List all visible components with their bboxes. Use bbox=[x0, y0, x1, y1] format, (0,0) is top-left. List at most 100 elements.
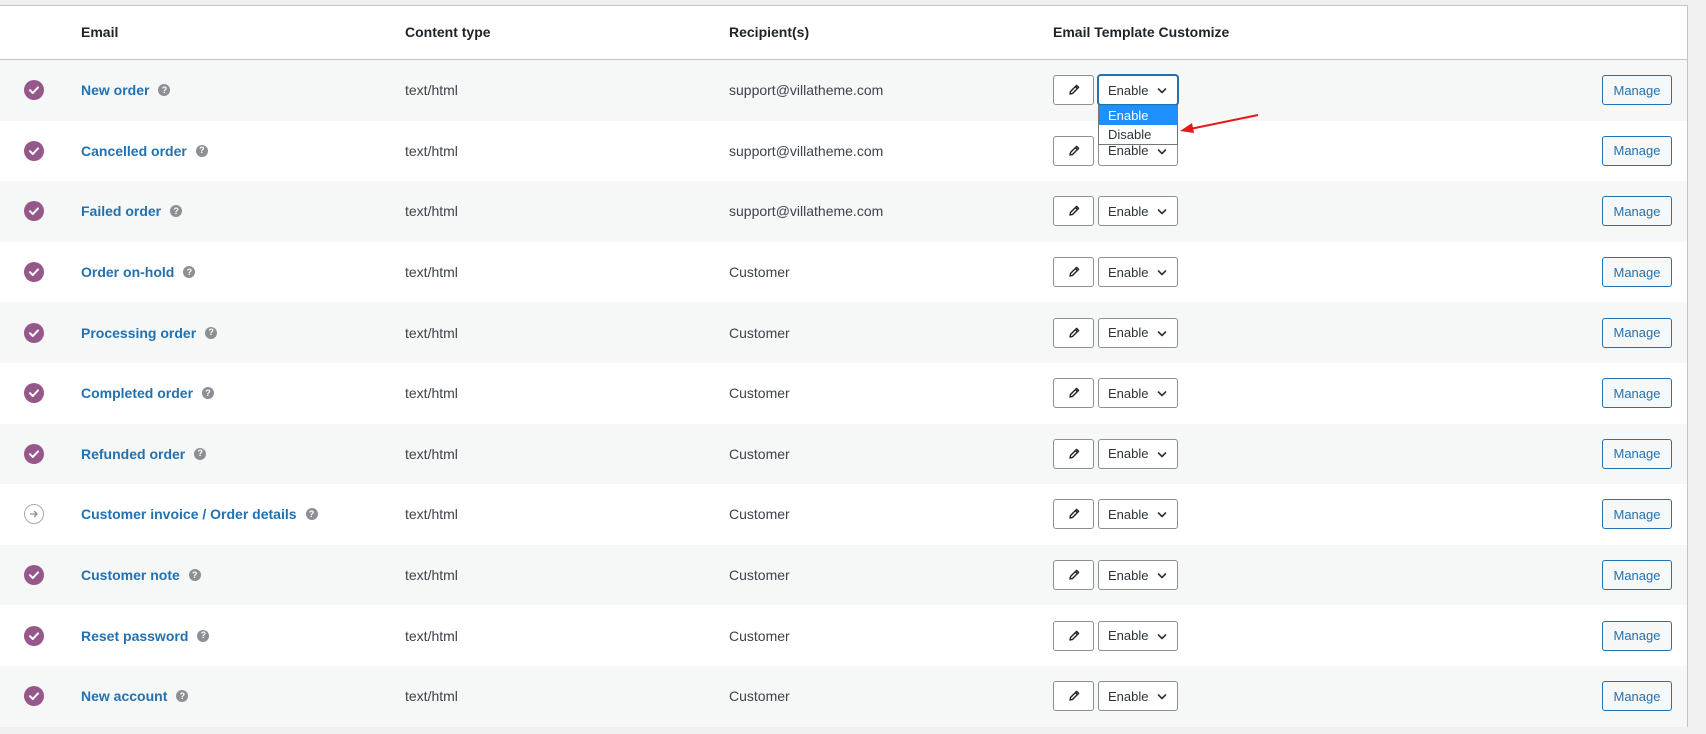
content-type-cell: text/html bbox=[405, 445, 458, 462]
help-icon[interactable]: ? bbox=[183, 266, 196, 279]
help-icon[interactable]: ? bbox=[170, 205, 183, 218]
manage-button[interactable]: Manage bbox=[1602, 499, 1672, 530]
status-dropdown-list[interactable]: Enable Disable bbox=[1098, 105, 1178, 145]
dropdown-option-disable[interactable]: Disable bbox=[1099, 125, 1177, 144]
email-name-link[interactable]: New account bbox=[81, 688, 167, 704]
status-select-value: Enable bbox=[1108, 385, 1149, 401]
manage-button[interactable]: Manage bbox=[1602, 196, 1672, 227]
chevron-down-icon bbox=[1157, 573, 1167, 579]
manage-button[interactable]: Manage bbox=[1602, 135, 1672, 166]
column-header-email: Email bbox=[81, 24, 119, 40]
check-circle-icon bbox=[24, 625, 44, 646]
status-select[interactable]: Enable bbox=[1098, 378, 1178, 409]
help-icon[interactable]: ? bbox=[202, 387, 215, 400]
check-circle-icon bbox=[24, 80, 44, 101]
table-row: Completed order ? text/html Customer Ena… bbox=[0, 363, 1687, 424]
chevron-down-icon bbox=[1157, 633, 1167, 639]
email-name-link[interactable]: Customer invoice / Order details bbox=[81, 506, 297, 522]
check-circle-icon bbox=[24, 443, 44, 464]
edit-template-button[interactable] bbox=[1053, 257, 1094, 288]
chevron-down-icon bbox=[1157, 270, 1167, 276]
status-select[interactable]: Enable bbox=[1098, 560, 1178, 591]
email-name-link[interactable]: Refunded order bbox=[81, 446, 185, 462]
help-icon[interactable]: ? bbox=[158, 84, 171, 97]
status-select[interactable]: Enable bbox=[1098, 257, 1178, 288]
check-circle-icon bbox=[24, 383, 44, 404]
edit-template-button[interactable] bbox=[1053, 620, 1094, 651]
email-name-link[interactable]: Reset password bbox=[81, 628, 188, 644]
table-row: Processing order ? text/html Customer En… bbox=[0, 302, 1687, 363]
email-name-link[interactable]: New order bbox=[81, 82, 149, 98]
manage-button[interactable]: Manage bbox=[1602, 75, 1672, 106]
status-select-value: Enable bbox=[1108, 628, 1149, 644]
status-select[interactable]: Enable bbox=[1098, 196, 1178, 227]
table-row: Customer invoice / Order details ? text/… bbox=[0, 484, 1687, 545]
content-type-cell: text/html bbox=[405, 324, 458, 341]
chevron-down-icon bbox=[1157, 512, 1167, 518]
edit-template-button[interactable] bbox=[1053, 681, 1094, 712]
help-icon[interactable]: ? bbox=[205, 326, 218, 339]
pencil-icon bbox=[1068, 84, 1079, 95]
table-row: Reset password ? text/html Customer Enab… bbox=[0, 605, 1687, 666]
chevron-down-icon bbox=[1157, 452, 1167, 458]
manage-button[interactable]: Manage bbox=[1602, 620, 1672, 651]
table-row: Cancelled order ? text/html support@vill… bbox=[0, 120, 1687, 182]
recipient-cell: support@villatheme.com bbox=[729, 203, 884, 220]
help-icon[interactable]: ? bbox=[197, 629, 210, 642]
email-name-link[interactable]: Completed order bbox=[81, 385, 193, 401]
status-select[interactable]: Enable bbox=[1098, 499, 1178, 530]
email-name-link[interactable]: Cancelled order bbox=[81, 143, 187, 159]
edit-template-button[interactable] bbox=[1053, 560, 1094, 591]
status-select-value: Enable bbox=[1108, 143, 1149, 159]
help-icon[interactable]: ? bbox=[188, 569, 201, 582]
status-select-value: Enable bbox=[1108, 567, 1149, 583]
recipient-cell: Customer bbox=[729, 324, 790, 341]
email-name-link[interactable]: Customer note bbox=[81, 567, 180, 583]
manage-button[interactable]: Manage bbox=[1602, 378, 1672, 409]
edit-template-button[interactable] bbox=[1053, 75, 1094, 106]
table-row: Refunded order ? text/html Customer Enab… bbox=[0, 423, 1687, 485]
help-icon[interactable]: ? bbox=[176, 690, 189, 703]
help-icon[interactable]: ? bbox=[195, 144, 208, 157]
email-cell: Cancelled order ? bbox=[81, 143, 208, 159]
help-icon[interactable]: ? bbox=[194, 447, 207, 460]
manage-button[interactable]: Manage bbox=[1602, 681, 1672, 712]
status-select[interactable]: Enable bbox=[1098, 620, 1178, 651]
manage-button[interactable]: Manage bbox=[1602, 438, 1672, 469]
manage-button[interactable]: Manage bbox=[1602, 317, 1672, 348]
email-name-link[interactable]: Failed order bbox=[81, 203, 161, 219]
email-cell: New account ? bbox=[81, 688, 189, 704]
manage-button[interactable]: Manage bbox=[1602, 257, 1672, 288]
email-settings-table: Email Content type Recipient(s) Email Te… bbox=[0, 5, 1688, 727]
edit-template-button[interactable] bbox=[1053, 438, 1094, 469]
content-type-cell: text/html bbox=[405, 627, 458, 644]
chevron-down-icon bbox=[1157, 88, 1167, 94]
help-icon[interactable]: ? bbox=[305, 508, 318, 521]
status-select[interactable]: Enable bbox=[1098, 317, 1178, 348]
manage-button[interactable]: Manage bbox=[1602, 560, 1672, 591]
check-circle-icon bbox=[24, 565, 44, 586]
email-cell: Refunded order ? bbox=[81, 446, 207, 462]
recipient-cell: support@villatheme.com bbox=[729, 82, 884, 99]
edit-template-button[interactable] bbox=[1053, 317, 1094, 348]
dropdown-option-enable[interactable]: Enable bbox=[1099, 106, 1177, 125]
edit-template-button[interactable] bbox=[1053, 135, 1094, 166]
pencil-icon bbox=[1068, 327, 1079, 338]
recipient-cell: Customer bbox=[729, 627, 790, 644]
status-select[interactable]: Enable bbox=[1098, 438, 1178, 469]
check-circle-icon bbox=[24, 262, 44, 283]
chevron-down-icon bbox=[1157, 694, 1167, 700]
edit-template-button[interactable] bbox=[1053, 378, 1094, 409]
content-type-cell: text/html bbox=[405, 264, 458, 281]
status-select[interactable]: Enable bbox=[1098, 681, 1178, 712]
edit-template-button[interactable] bbox=[1053, 499, 1094, 530]
email-name-link[interactable]: Order on-hold bbox=[81, 264, 174, 280]
chevron-down-icon bbox=[1157, 149, 1167, 155]
status-select[interactable]: Enable bbox=[1098, 75, 1178, 106]
table-header: Email Content type Recipient(s) Email Te… bbox=[0, 6, 1687, 60]
column-header-recipients: Recipient(s) bbox=[729, 24, 810, 40]
email-name-link[interactable]: Processing order bbox=[81, 325, 196, 341]
content-type-cell: text/html bbox=[405, 142, 458, 159]
content-type-cell: text/html bbox=[405, 506, 458, 523]
edit-template-button[interactable] bbox=[1053, 196, 1094, 227]
